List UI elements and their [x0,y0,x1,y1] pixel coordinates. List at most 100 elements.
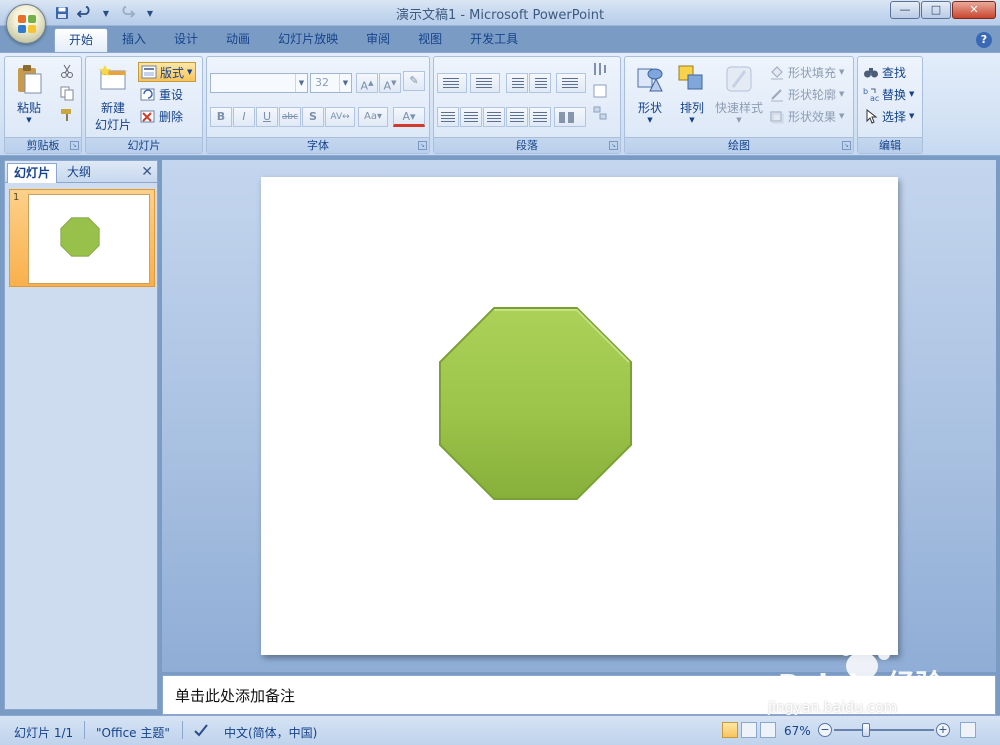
drawing-group: 形状 ▼ 排列 ▼ 快速样式 ▼ 形状填充 ▼ 形状轮廓 ▼ 形状效果 ▼ 绘图… [624,56,854,154]
clear-formatting-icon[interactable]: ✎ [403,71,425,91]
font-size-dropdown-icon: ▼ [339,74,351,92]
zoom-slider-thumb[interactable] [862,723,870,737]
theme-name: "Office 主题" [96,726,170,740]
font-color-icon[interactable]: A▾ [393,107,425,127]
decrease-indent-icon[interactable] [506,73,528,93]
tab-developer[interactable]: 开发工具 [456,28,532,52]
find-button[interactable]: 查找 [863,62,906,82]
new-slide-icon [97,63,129,95]
text-shadow-icon[interactable]: S [302,107,324,127]
octagon-shape[interactable] [437,305,634,502]
slide-editing-area [162,160,996,672]
tab-design[interactable]: 设计 [160,28,212,52]
align-text-icon[interactable] [592,83,608,99]
binoculars-icon [863,64,879,80]
distributed-icon[interactable] [529,107,551,127]
columns-icon[interactable] [554,107,586,127]
zoom-slider[interactable] [834,729,934,731]
watermark-brand: Bai du 经验 [778,668,943,701]
slide-thumbnail-item[interactable]: 1 [9,189,155,287]
slide-sorter-view-icon[interactable] [741,722,757,738]
shapes-label: 形状 [637,101,662,115]
format-painter-icon[interactable] [59,107,75,123]
tab-animations[interactable]: 动画 [212,28,264,52]
close-button[interactable]: ✕ [952,1,996,19]
replace-button[interactable]: b ac 替换 ▼ [863,84,914,104]
zoom-out-icon[interactable]: − [818,723,832,737]
font-launcher-icon[interactable]: ↘ [418,141,427,150]
shape-fill-button[interactable]: 形状填充 ▼ [769,62,844,82]
clipboard-launcher-icon[interactable]: ↘ [70,141,79,150]
increase-indent-icon[interactable] [529,73,551,93]
quick-styles-button[interactable]: 快速样式 ▼ [713,63,765,124]
italic-icon[interactable]: I [233,107,255,127]
layout-icon [141,64,157,80]
thumbnail-octagon [60,217,100,257]
align-left-icon[interactable] [437,107,459,127]
justify-icon[interactable] [506,107,528,127]
normal-view-icon[interactable] [722,722,738,738]
reset-button[interactable]: 重设 [140,84,183,104]
arrange-button[interactable]: 排列 ▼ [671,63,713,124]
paragraph-launcher-icon[interactable]: ↘ [609,141,618,150]
character-spacing-icon[interactable]: AV↔ [325,107,355,127]
slide-show-view-icon[interactable] [760,722,776,738]
underline-icon[interactable]: U [256,107,278,127]
align-right-icon[interactable] [483,107,505,127]
slide-number: 1 [13,192,20,203]
tab-review[interactable]: 审阅 [352,28,404,52]
tab-slide-show[interactable]: 幻灯片放映 [264,28,352,52]
text-direction-icon[interactable] [592,61,608,77]
numbering-icon[interactable] [470,73,500,93]
tab-home[interactable]: 开始 [54,28,109,52]
bullets-icon[interactable] [437,73,467,93]
drawing-launcher-icon[interactable]: ↘ [842,141,851,150]
pencil-icon [769,86,785,102]
fit-to-window-icon[interactable] [960,722,976,738]
new-slide-label-line1: 新建 [100,101,125,115]
copy-icon[interactable] [59,85,75,101]
new-slide-label-line2: 幻灯片 [94,118,131,132]
zoom-in-icon[interactable]: + [936,723,950,737]
select-dropdown-icon: ▼ [909,112,915,120]
tab-slides[interactable]: 幻灯片 [7,163,58,183]
maximize-button[interactable]: □ [921,1,951,19]
tab-outline[interactable]: 大纲 [61,163,97,183]
shape-outline-button[interactable]: 形状轮廓 ▼ [769,84,844,104]
change-case-icon[interactable]: Aa▾ [358,107,388,127]
align-center-icon[interactable] [460,107,482,127]
close-panel-icon[interactable]: ✕ [141,164,153,180]
status-divider [84,721,85,739]
help-icon[interactable]: ? [976,32,992,48]
minimize-button[interactable]: — [890,1,920,19]
font-name-combo[interactable]: ▼ [210,73,308,93]
quick-styles-label: 快速样式 [714,101,763,115]
delete-label: 删除 [159,109,184,124]
replace-dropdown-icon: ▼ [909,90,915,98]
office-button[interactable] [6,4,46,44]
grow-font-icon[interactable]: A▲ [356,73,378,93]
tab-insert[interactable]: 插入 [108,28,160,52]
slide-canvas[interactable] [261,177,898,655]
arrange-icon [676,63,708,95]
delete-slide-button[interactable]: 删除 [140,106,183,126]
layout-button[interactable]: 版式 ▼ [138,62,196,82]
office-logo-icon [18,15,36,33]
shrink-font-icon[interactable]: A▼ [379,73,401,93]
convert-to-smartart-icon[interactable] [592,105,608,121]
line-spacing-icon[interactable] [556,73,586,93]
cut-icon[interactable] [59,63,75,79]
font-size-combo[interactable]: 32 ▼ [310,73,352,93]
strikethrough-icon[interactable]: abc [279,107,301,127]
shape-effects-button[interactable]: 形状效果 ▼ [769,106,844,126]
spell-check-icon[interactable] [192,721,210,742]
select-button[interactable]: 选择 ▼ [863,106,914,126]
paste-button[interactable]: 粘贴 ▼ [11,63,47,124]
tab-view[interactable]: 视图 [404,28,456,52]
ribbon: 粘贴 ▼ 剪贴板 ↘ 新建 幻灯片 版式 ▼ 重设 删除 幻灯片 ▼ 32 ▼ … [0,52,1000,156]
zoom-level[interactable]: 67% [784,724,811,738]
bold-icon[interactable]: B [210,107,232,127]
shapes-button[interactable]: 形状 ▼ [629,63,671,124]
paint-bucket-icon [769,64,785,80]
new-slide-button[interactable]: 新建 幻灯片 [90,63,136,133]
